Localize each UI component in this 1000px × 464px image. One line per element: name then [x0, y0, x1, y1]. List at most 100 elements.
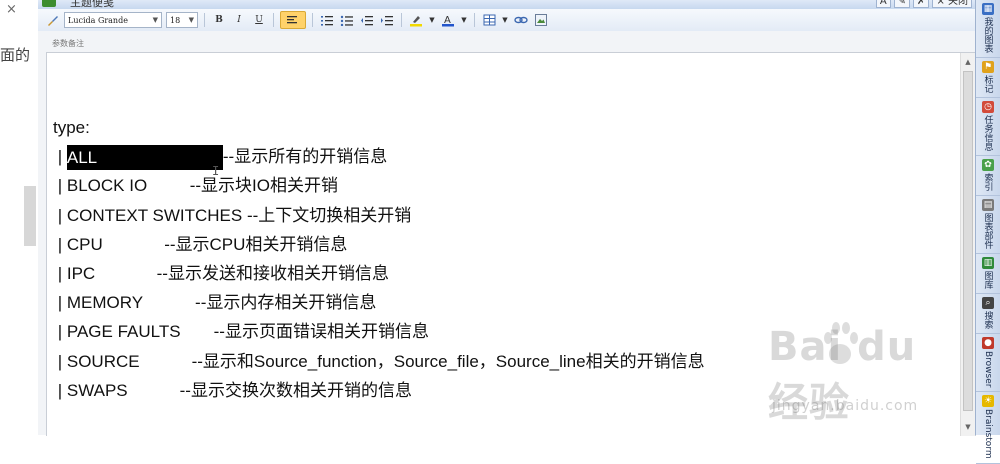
- bullet-list-icon[interactable]: [339, 12, 355, 28]
- font-size-select[interactable]: 18 ▼: [166, 12, 198, 28]
- side-tab-6[interactable]: ⌕ 搜索: [976, 294, 1000, 334]
- side-tab-1[interactable]: ⚑ 标记: [976, 58, 1000, 98]
- line-pipe: |: [53, 322, 67, 342]
- side-tab-7[interactable]: ● Browser: [976, 334, 1000, 393]
- outdent-icon[interactable]: [359, 12, 375, 28]
- option-gap: [140, 352, 192, 371]
- option-line: | CPU --显示CPU相关开销信息: [53, 233, 705, 262]
- side-tab-3[interactable]: ✿ 索引: [976, 156, 1000, 196]
- option-gap: [147, 176, 190, 195]
- toolbar-separator: [401, 13, 402, 27]
- chevron-down-icon: ▼: [188, 16, 194, 24]
- option-name: BLOCK IO: [66, 176, 148, 196]
- option-gap: [143, 293, 195, 312]
- chevron-down-icon[interactable]: ▼: [501, 12, 509, 28]
- window-title: 主题便笺: [70, 0, 114, 9]
- table-icon[interactable]: [481, 12, 497, 28]
- line-pipe: |: [53, 205, 67, 225]
- image-icon[interactable]: [533, 12, 549, 28]
- side-panel-items: ▦ 我的图表 ⚑ 标记 ◷ 任务信息 ✿ 索引 ▤ 图表部件 ▥ 图库 ⌕ 搜索 ● Browser ☀ Brai…: [976, 0, 1000, 464]
- chevron-down-icon[interactable]: ▼: [460, 12, 468, 28]
- background-scrollbar[interactable]: [24, 186, 36, 246]
- close-button[interactable]: × 关闭: [932, 0, 972, 8]
- edit-button[interactable]: ✎: [893, 0, 911, 8]
- background-page-edge: × 面的: [0, 0, 38, 435]
- underline-button[interactable]: U: [251, 12, 267, 28]
- highlight-color-icon[interactable]: [408, 12, 424, 28]
- option-description: --上下文切换相关开销: [246, 205, 412, 225]
- option-description: --显示内存相关开销信息: [195, 293, 377, 313]
- line-pipe: |: [53, 293, 67, 313]
- option-gap: [181, 322, 214, 341]
- align-left-button[interactable]: [280, 11, 306, 29]
- side-tab-4[interactable]: ▤ 图表部件: [976, 196, 1000, 254]
- option-line: | MEMORY --显示内存相关开销信息: [53, 291, 705, 320]
- option-description: --显示和Source_function，Source_file，Source_…: [191, 351, 705, 371]
- note-text-area[interactable]: type: | ALL --显示所有的开销信息 | BLOCK IO --显示块I…: [46, 52, 976, 436]
- close-icon[interactable]: ×: [6, 2, 17, 17]
- line-pipe: |: [53, 351, 67, 371]
- note-content[interactable]: type: | ALL --显示所有的开销信息 | BLOCK IO --显示块I…: [53, 116, 705, 408]
- library-icon: ▥: [982, 257, 994, 269]
- side-panel: ▦ 我的图表 ⚑ 标记 ◷ 任务信息 ✿ 索引 ▤ 图表部件 ▥ 图库 ⌕ 搜索 ● Browser ☀ Brai…: [975, 0, 1000, 464]
- option-line: | ALL --显示所有的开销信息: [53, 145, 705, 174]
- side-tab-0[interactable]: ▦ 我的图表: [976, 0, 1000, 58]
- side-tab-label: 任务信息: [982, 115, 993, 151]
- format-a-button[interactable]: A: [875, 0, 891, 8]
- clear-button[interactable]: ✗: [913, 0, 930, 8]
- type-heading: type:: [53, 118, 90, 137]
- option-gap: [128, 381, 180, 400]
- toolbar-separator: [474, 13, 475, 27]
- window-titlebar: 主题便笺 A ✎ ✗ × 关闭: [38, 0, 976, 9]
- flag-icon: ⚑: [982, 61, 994, 73]
- bulb-icon: ☀: [982, 395, 994, 408]
- option-description: --显示发送和接收相关开销信息: [156, 263, 389, 283]
- option-name: MEMORY: [66, 293, 144, 313]
- toolbar-separator: [273, 13, 274, 27]
- side-tab-8[interactable]: ☀ Brainstorm: [976, 392, 1000, 464]
- selected-option-text: ALL: [66, 145, 223, 171]
- editor-label: 参数备注: [52, 39, 84, 48]
- font-color-icon[interactable]: A: [440, 12, 456, 28]
- scroll-down-icon[interactable]: ▼: [961, 420, 975, 434]
- numbered-list-icon[interactable]: [319, 12, 335, 28]
- line-pipe: |: [53, 234, 67, 254]
- option-line: | IPC --显示发送和接收相关开销信息: [53, 262, 705, 291]
- align-left-icon: [287, 16, 297, 24]
- clock-icon: ◷: [982, 101, 994, 113]
- side-tab-5[interactable]: ▥ 图库: [976, 254, 1000, 294]
- side-tab-label: 图库: [982, 271, 993, 289]
- background-page-text: 面的: [0, 46, 31, 64]
- line-pipe: |: [53, 263, 67, 283]
- line-pipe: |: [53, 147, 67, 167]
- side-tab-label: 我的图表: [982, 17, 993, 53]
- palette-icon: ✿: [982, 159, 994, 171]
- app-icon: [42, 0, 56, 7]
- option-name: SWAPS: [66, 380, 128, 400]
- bold-button[interactable]: B: [211, 12, 227, 28]
- option-gap: [103, 235, 164, 254]
- chevron-down-icon[interactable]: ▼: [428, 12, 436, 28]
- scrollbar-thumb[interactable]: [963, 71, 973, 411]
- toolbar-separator: [312, 13, 313, 27]
- option-description: --显示所有的开销信息: [222, 147, 388, 167]
- option-description: --显示块IO相关开销: [189, 176, 338, 196]
- line-pipe: |: [53, 380, 67, 400]
- option-description: --显示交换次数相关开销的信息: [179, 380, 412, 400]
- scroll-up-icon[interactable]: ▲: [961, 55, 975, 69]
- italic-button[interactable]: I: [231, 12, 247, 28]
- option-description: --显示页面错误相关开销信息: [213, 322, 429, 342]
- chart-icon: ▦: [982, 3, 994, 15]
- font-family-select[interactable]: Lucida Grande ▼: [64, 12, 162, 28]
- option-line: | PAGE FAULTS --显示页面错误相关开销信息: [53, 320, 705, 349]
- editor-scrollbar[interactable]: ▲ ▼: [960, 53, 975, 436]
- side-tab-label: 标记: [982, 75, 993, 93]
- font-family-value: Lucida Grande: [68, 15, 128, 25]
- link-icon[interactable]: [513, 12, 529, 28]
- option-line: | SOURCE --显示和Source_function，Source_fil…: [53, 350, 705, 379]
- note-editor-panel: 参数备注 type: | ALL --显示所有的开销信息 | BLOCK IO -…: [38, 31, 976, 436]
- option-name: SOURCE: [66, 351, 140, 371]
- side-tab-2[interactable]: ◷ 任务信息: [976, 98, 1000, 156]
- indent-icon[interactable]: [379, 12, 395, 28]
- paint-brush-icon[interactable]: [44, 12, 60, 28]
